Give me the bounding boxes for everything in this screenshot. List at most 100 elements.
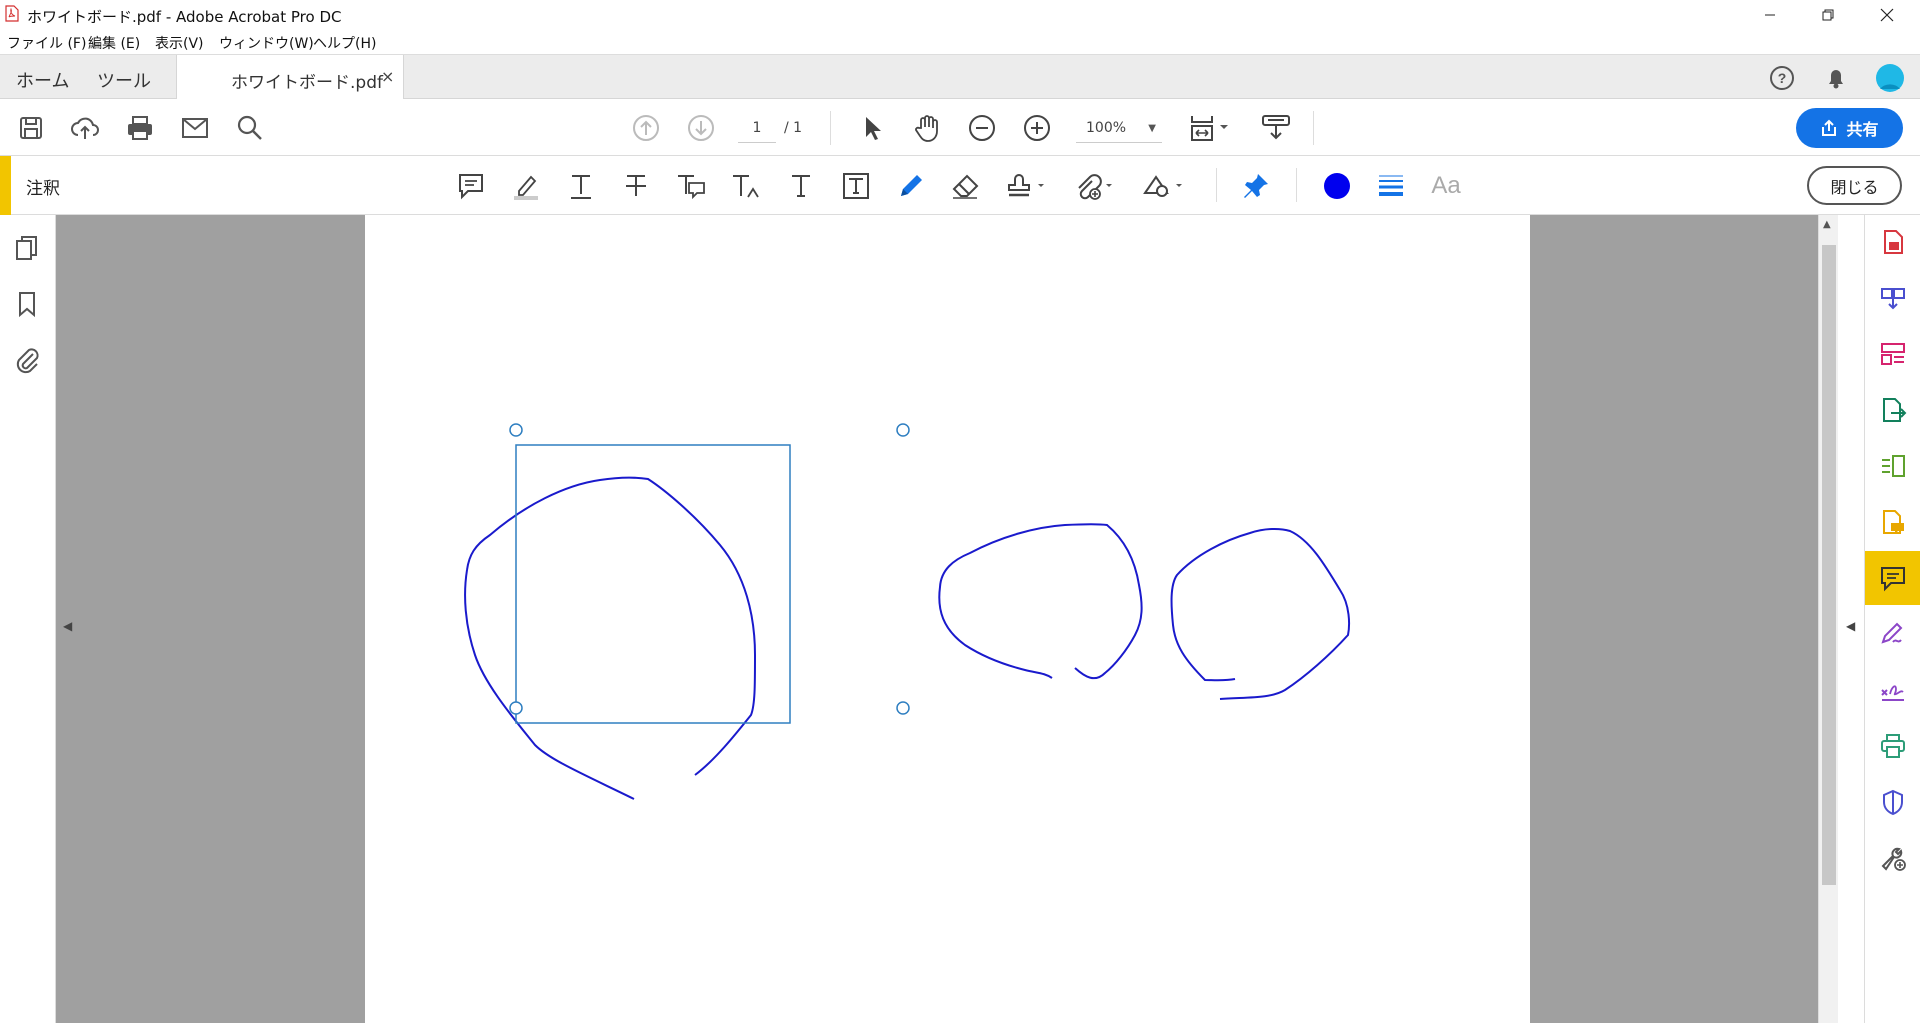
add-note-to-text-icon[interactable] bbox=[673, 168, 709, 204]
highlight-text-icon[interactable] bbox=[508, 168, 544, 204]
close-comment-button[interactable]: 閉じる bbox=[1807, 166, 1902, 205]
tab-home[interactable]: ホーム bbox=[16, 67, 69, 93]
insert-text-icon[interactable] bbox=[728, 168, 764, 204]
toolbar-divider bbox=[1216, 168, 1217, 202]
comment-toolbar-accent bbox=[0, 156, 11, 215]
bookmark-icon[interactable] bbox=[12, 289, 42, 319]
chevron-down-icon: ▼ bbox=[1148, 123, 1156, 134]
line-thickness-icon[interactable] bbox=[1373, 168, 1409, 204]
text-box-icon[interactable] bbox=[838, 168, 874, 204]
share-icon bbox=[1822, 119, 1837, 136]
svg-text:?: ? bbox=[1778, 70, 1787, 86]
scrollbar-thumb[interactable] bbox=[1822, 245, 1836, 885]
hand-tool-icon[interactable] bbox=[910, 111, 944, 145]
select-cursor-icon[interactable] bbox=[855, 111, 889, 145]
fill-sign-icon[interactable] bbox=[1865, 607, 1920, 661]
tab-close-icon[interactable]: × bbox=[381, 67, 394, 86]
minimize-icon[interactable] bbox=[1747, 0, 1793, 29]
previous-page-icon[interactable] bbox=[629, 111, 663, 145]
ink-drawing-3 bbox=[1170, 527, 1350, 700]
eraser-icon[interactable] bbox=[948, 168, 984, 204]
create-pdf-icon[interactable] bbox=[1865, 215, 1920, 269]
stamp-icon[interactable] bbox=[1003, 168, 1049, 204]
organize-pages-icon[interactable] bbox=[1865, 327, 1920, 381]
tab-document-label: ホワイトボード.pdf bbox=[231, 73, 383, 93]
color-picker-icon[interactable] bbox=[1319, 168, 1355, 204]
request-signature-icon[interactable] bbox=[1865, 663, 1920, 717]
mail-icon[interactable] bbox=[178, 111, 212, 145]
comment-toolbar: 注釈 Aa 閉じる bbox=[0, 156, 1920, 215]
attach-file-icon[interactable] bbox=[1071, 168, 1117, 204]
page-fit-icon[interactable] bbox=[1186, 111, 1234, 145]
underline-text-icon[interactable] bbox=[563, 168, 599, 204]
next-page-icon[interactable] bbox=[684, 111, 718, 145]
comment-tool-icon[interactable] bbox=[1865, 551, 1920, 605]
scroll-mode-icon[interactable] bbox=[1256, 111, 1296, 145]
menu-edit[interactable]: 編集 (E) bbox=[88, 33, 140, 53]
drawing-canvas[interactable] bbox=[365, 215, 1530, 1023]
toolbar-divider bbox=[1313, 111, 1314, 145]
page-thumbnails-icon[interactable] bbox=[12, 233, 42, 263]
main-toolbar: 1 / 1 100% ▼ 共有 bbox=[0, 99, 1920, 156]
print-icon[interactable] bbox=[123, 111, 157, 145]
zoom-in-icon[interactable] bbox=[1020, 111, 1054, 145]
selection-handle-bottom-left bbox=[509, 701, 523, 715]
help-icon[interactable]: ? bbox=[1768, 64, 1796, 92]
avatar[interactable] bbox=[1875, 63, 1905, 93]
selection-handle-top-left bbox=[509, 423, 523, 437]
print-production-icon[interactable] bbox=[1865, 719, 1920, 773]
menu-help[interactable]: ヘルプ(H) bbox=[313, 33, 376, 53]
sticky-note-icon[interactable] bbox=[453, 168, 489, 204]
pdf-page[interactable] bbox=[365, 215, 1530, 1023]
text-size-icon[interactable]: Aa bbox=[1428, 168, 1464, 204]
zoom-out-icon[interactable] bbox=[965, 111, 999, 145]
right-tools-pane bbox=[1864, 215, 1920, 1023]
pdf-file-icon bbox=[5, 5, 19, 22]
protect-shield-icon[interactable] bbox=[1865, 775, 1920, 829]
selection-handle-top-right bbox=[896, 423, 910, 437]
add-text-icon[interactable] bbox=[783, 168, 819, 204]
share-button[interactable]: 共有 bbox=[1796, 108, 1903, 148]
share-label: 共有 bbox=[1846, 120, 1879, 139]
pin-icon[interactable] bbox=[1238, 168, 1274, 204]
close-icon[interactable] bbox=[1864, 0, 1910, 29]
search-icon[interactable] bbox=[233, 111, 267, 145]
edit-pdf-icon[interactable] bbox=[1865, 439, 1920, 493]
menu-view[interactable]: 表示(V) bbox=[155, 33, 204, 53]
text-size-label: Aa bbox=[1431, 172, 1461, 199]
strikethrough-text-icon[interactable] bbox=[618, 168, 654, 204]
collapse-left-icon[interactable]: ◀ bbox=[63, 619, 72, 633]
scroll-up-icon[interactable]: ▲ bbox=[1823, 219, 1831, 230]
page-total: / 1 bbox=[784, 120, 803, 136]
menu-window[interactable]: ウィンドウ(W) bbox=[219, 33, 314, 53]
restore-icon[interactable] bbox=[1805, 0, 1851, 29]
save-icon[interactable] bbox=[14, 111, 48, 145]
bell-icon[interactable] bbox=[1822, 64, 1850, 92]
comment-file-icon[interactable] bbox=[1865, 495, 1920, 549]
selection-box bbox=[515, 444, 791, 724]
combine-files-icon[interactable] bbox=[1865, 271, 1920, 325]
collapse-right-icon[interactable]: ◀ bbox=[1846, 619, 1855, 633]
comment-toolbar-title: 注釈 bbox=[26, 179, 60, 199]
tab-bar: ホーム ツール ホワイトボード.pdf × ? bbox=[0, 54, 1920, 100]
upload-cloud-icon[interactable] bbox=[68, 111, 102, 145]
vertical-scrollbar[interactable]: ▲ bbox=[1818, 215, 1838, 1023]
menu-file[interactable]: ファイル (F) bbox=[7, 33, 86, 53]
selection-handle-bottom-right bbox=[896, 701, 910, 715]
ink-drawing-2 bbox=[938, 523, 1143, 680]
tab-document[interactable]: ホワイトボード.pdf × bbox=[176, 55, 404, 100]
window-title: ホワイトボード.pdf - Adobe Acrobat Pro DC bbox=[27, 8, 342, 26]
tab-tools[interactable]: ツール bbox=[97, 67, 151, 93]
shapes-icon[interactable] bbox=[1141, 168, 1187, 204]
attachment-icon[interactable] bbox=[12, 345, 42, 375]
export-pdf-icon[interactable] bbox=[1865, 383, 1920, 437]
title-bar: ホワイトボード.pdf - Adobe Acrobat Pro DC bbox=[0, 0, 1920, 29]
ink-drawing-1 bbox=[464, 476, 757, 800]
zoom-level-select[interactable]: 100% ▼ bbox=[1076, 115, 1162, 143]
toolbar-divider bbox=[830, 111, 831, 145]
pencil-draw-icon[interactable] bbox=[893, 168, 929, 204]
zoom-level-value: 100% bbox=[1086, 120, 1127, 136]
more-tools-icon[interactable] bbox=[1865, 831, 1920, 885]
page-number-input[interactable]: 1 bbox=[738, 115, 776, 143]
right-pane-divider: ◀ bbox=[1838, 215, 1864, 1023]
